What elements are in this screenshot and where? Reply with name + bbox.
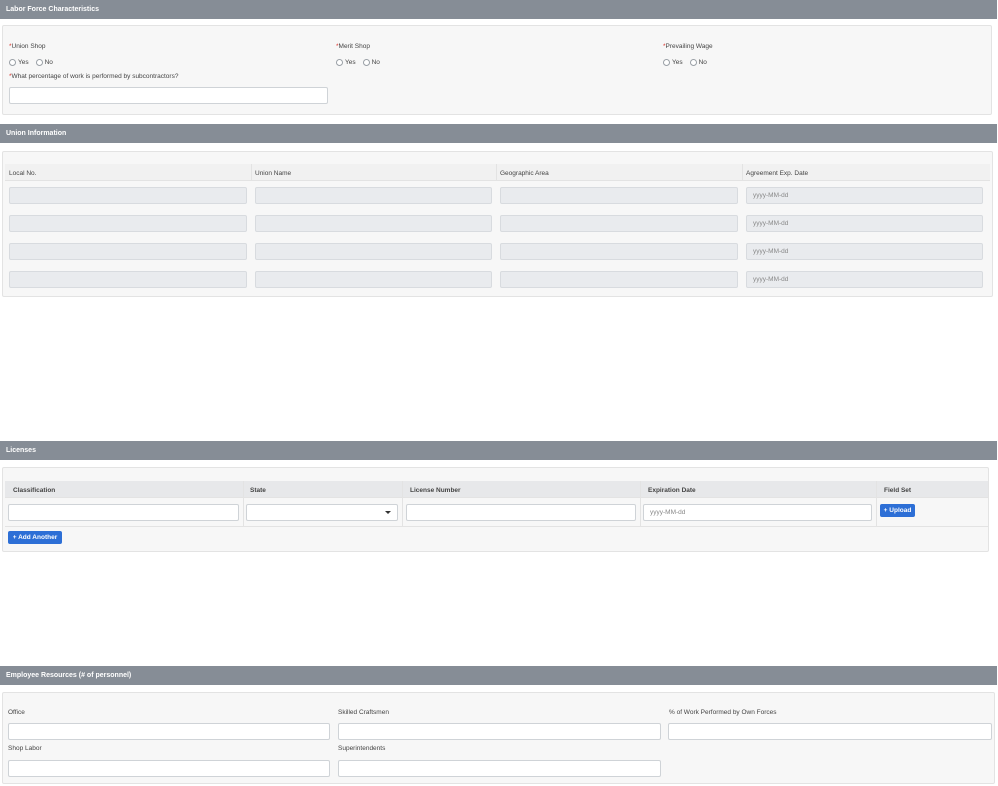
- union-agreement-date-input[interactable]: yyyy-MM-dd: [746, 187, 983, 204]
- licenses-col-license-number: License Number: [410, 487, 461, 494]
- licenses-col-divider: [243, 481, 244, 527]
- section-header-union-info: Union Information: [0, 124, 997, 143]
- license-number-input[interactable]: [406, 504, 636, 521]
- section-header-labor-force: Labor Force Characteristics: [0, 0, 997, 19]
- union-local-no-input[interactable]: [9, 271, 247, 288]
- union-table-header: [5, 164, 990, 181]
- union-local-no-input[interactable]: [9, 187, 247, 204]
- licenses-col-divider: [640, 481, 641, 527]
- union-agreement-date-input[interactable]: yyyy-MM-dd: [746, 215, 983, 232]
- licenses-col-divider: [402, 481, 403, 527]
- chevron-down-icon: [385, 511, 391, 514]
- superintendents-input[interactable]: [338, 760, 661, 777]
- union-col-geographic-area: Geographic Area: [500, 170, 549, 177]
- shop-labor-input[interactable]: [8, 760, 330, 777]
- merit-shop-label: *Merit Shop: [336, 43, 370, 50]
- licenses-col-field-set: Field Set: [884, 487, 912, 494]
- prevailing-wage-no-radio[interactable]: [689, 59, 697, 66]
- licenses-col-classification: Classification: [13, 487, 56, 494]
- union-agreement-date-input[interactable]: yyyy-MM-dd: [746, 271, 983, 288]
- union-name-input[interactable]: [255, 271, 492, 288]
- subcontract-question-label: *What percentage of work is performed by…: [9, 73, 179, 80]
- licenses-row-divider: [5, 526, 988, 527]
- license-state-select[interactable]: [246, 504, 398, 521]
- union-geographic-area-input[interactable]: [500, 187, 738, 204]
- union-geographic-area-input[interactable]: [500, 271, 738, 288]
- union-shop-label: *Union Shop: [9, 43, 46, 50]
- union-local-no-input[interactable]: [9, 215, 247, 232]
- union-geographic-area-input[interactable]: [500, 243, 738, 260]
- license-expiration-date-input[interactable]: yyyy-MM-dd: [643, 504, 872, 521]
- union-shop-no-radio[interactable]: [35, 59, 43, 66]
- office-input[interactable]: [8, 723, 330, 740]
- upload-button[interactable]: + Upload: [880, 504, 915, 517]
- union-col-divider: [251, 164, 252, 181]
- union-name-input[interactable]: [255, 215, 492, 232]
- own-forces-input[interactable]: [668, 723, 992, 740]
- license-classification-input[interactable]: [8, 504, 239, 521]
- licenses-col-state: State: [250, 487, 266, 494]
- licenses-col-expiration-date: Expiration Date: [648, 487, 696, 494]
- union-shop-radio-group: Yes No: [9, 59, 60, 66]
- section-header-licenses: Licenses: [0, 441, 997, 460]
- union-geographic-area-input[interactable]: [500, 215, 738, 232]
- merit-shop-radio-group: Yes No: [336, 59, 387, 66]
- prevailing-wage-radio-group: Yes No: [663, 59, 714, 66]
- union-col-divider: [742, 164, 743, 181]
- section-header-employee-resources: Employee Resources (# of personnel): [0, 666, 997, 685]
- union-col-divider: [496, 164, 497, 181]
- shop-labor-label: Shop Labor: [8, 745, 42, 752]
- union-name-input[interactable]: [255, 187, 492, 204]
- prevailing-wage-label: *Prevailing Wage: [663, 43, 713, 50]
- union-col-local-no: Local No.: [9, 170, 37, 177]
- union-col-union-name: Union Name: [255, 170, 292, 177]
- add-another-button[interactable]: + Add Another: [8, 531, 62, 544]
- union-shop-yes-radio[interactable]: [9, 59, 16, 66]
- skilled-craftsmen-label: Skilled Craftsmen: [338, 709, 389, 716]
- prevailing-wage-yes-radio[interactable]: [663, 59, 670, 66]
- own-forces-label: % of Work Performed by Own Forces: [669, 709, 777, 716]
- skilled-craftsmen-input[interactable]: [338, 723, 661, 740]
- licenses-col-divider: [876, 481, 877, 527]
- subcontract-percentage-input[interactable]: [9, 87, 328, 104]
- union-agreement-date-input[interactable]: yyyy-MM-dd: [746, 243, 983, 260]
- merit-shop-no-radio[interactable]: [362, 59, 370, 66]
- union-local-no-input[interactable]: [9, 243, 247, 260]
- licenses-table-header: [5, 481, 988, 498]
- office-label: Office: [8, 709, 25, 716]
- union-name-input[interactable]: [255, 243, 492, 260]
- union-col-agreement-exp-date: Agreement Exp. Date: [746, 170, 809, 177]
- merit-shop-yes-radio[interactable]: [336, 59, 343, 66]
- superintendents-label: Superintendents: [338, 745, 386, 752]
